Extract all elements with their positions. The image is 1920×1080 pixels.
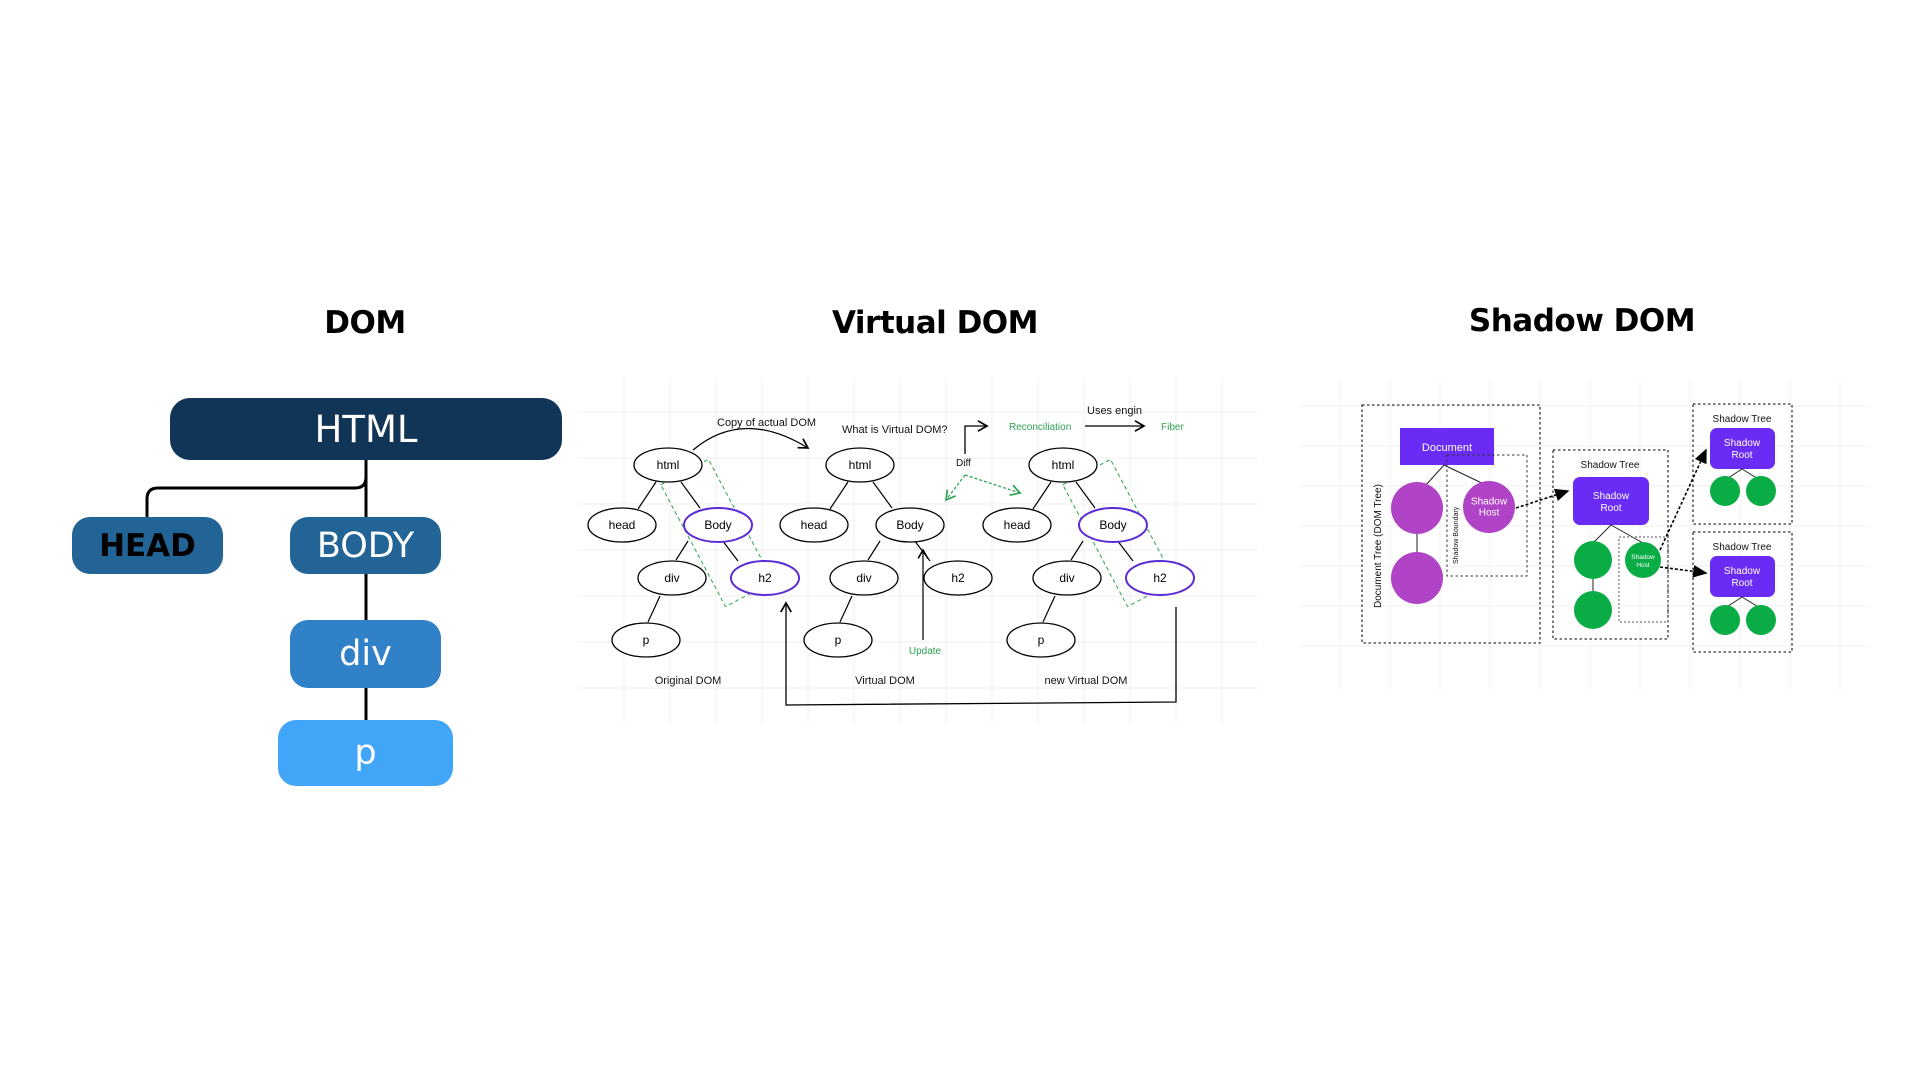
label-line-1: Shadow — [1724, 438, 1761, 449]
shadow-bottom-right-child-1 — [1710, 605, 1740, 635]
dom-node-p: p — [278, 720, 453, 786]
vdom-uses-engine-label: Uses engin — [1087, 405, 1142, 417]
label-line-1: Shadow — [1593, 491, 1630, 502]
vdom-tree-virtual: Update html head Body div h2 p Virtual D… — [779, 447, 993, 687]
shadow-bottom-right-child-2 — [1746, 605, 1776, 635]
shadow-top-right-child-2 — [1746, 476, 1776, 506]
dom-node-head-label: HEAD — [99, 527, 196, 564]
connector-html-head — [145, 460, 368, 518]
vdom-virtual-node-p-label: p — [835, 633, 842, 647]
vdom-virtual-node-html-label: html — [849, 458, 872, 472]
dom-node-body: BODY — [290, 517, 441, 574]
vdom-virtual-node-head-label: head — [801, 518, 828, 532]
label-line-1: Shadow — [1724, 566, 1761, 577]
vdom-new-node-head-label: head — [1004, 518, 1031, 532]
label-line-1: Shadow — [1471, 497, 1508, 508]
dom-node-div: div — [290, 620, 441, 688]
document-child-circle-2 — [1391, 552, 1443, 604]
shadow-tree-bottom-right: Shadow Tree Shadow Root — [1692, 531, 1793, 653]
shadow-dom-title: Shadow DOM — [1468, 303, 1696, 339]
document-node-label: Document — [1422, 442, 1472, 454]
shadow-middle-child-2 — [1574, 591, 1612, 629]
vdom-tree-new: html head Body div h2 p new Virtual DOM — [982, 447, 1195, 687]
nested-host-to-top-root-arrow — [1659, 448, 1707, 551]
host-to-root-arrow — [1515, 488, 1570, 509]
vdom-original-node-div-label: div — [664, 571, 679, 585]
vdom-tree-original: html head Body div h2 p Original DOM — [587, 447, 800, 687]
vdom-question-label: What is Virtual DOM? — [842, 424, 948, 436]
vdom-reconciliation-label: Reconciliation — [1009, 422, 1071, 433]
vdom-original-node-p-label: p — [643, 633, 650, 647]
vdom-new-node-body-label: Body — [1099, 518, 1126, 532]
virtual-dom-svg: Copy of actual DOM What is Virtual DOM? … — [578, 378, 1258, 723]
vdom-diff-arrow-left — [944, 474, 966, 502]
vdom-original-node-head-label: head — [609, 518, 636, 532]
dom-node-head: HEAD — [72, 517, 223, 574]
vdom-fiber-label: Fiber — [1161, 422, 1184, 433]
dom-node-p-label: p — [354, 733, 377, 773]
vdom-diff-label: Diff — [956, 458, 971, 469]
vdom-new-node-div-label: div — [1059, 571, 1074, 585]
label-line-2: Root — [1731, 578, 1752, 589]
shadow-boundary-label: Shadow Boundary — [1453, 506, 1460, 564]
shadow-tree-bottom-right-title: Shadow Tree — [1713, 542, 1772, 553]
document-child-circle-1 — [1391, 482, 1443, 534]
shadow-top-right-child-1 — [1710, 476, 1740, 506]
shadow-dom-svg: Document Tree (DOM Tree) Document Shadow… — [1300, 380, 1870, 690]
vdom-original-node-h2-label: h2 — [758, 571, 772, 585]
shadow-tree-middle: Shadow Tree Shadow Root Shadow Host — [1552, 449, 1669, 640]
shadow-middle-child-1 — [1574, 541, 1612, 579]
nested-host-to-bottom-root-arrow — [1659, 564, 1708, 578]
vdom-diff-branch — [964, 420, 989, 454]
vdom-new-node-html-label: html — [1052, 458, 1075, 472]
virtual-dom-title: Virtual DOM — [831, 305, 1039, 341]
vdom-original-node-body-label: Body — [704, 518, 731, 532]
vdom-original-node-html-label: html — [657, 458, 680, 472]
shadow-document-tree: Document Tree (DOM Tree) Document Shadow… — [1361, 404, 1541, 644]
dom-node-div-label: div — [339, 634, 392, 674]
label-line-2: Host — [1479, 508, 1500, 519]
vdom-original-caption: Original DOM — [655, 675, 722, 687]
shadow-dom-diagram: Document Tree (DOM Tree) Document Shadow… — [1300, 380, 1870, 690]
label-line-2: Root — [1731, 450, 1752, 461]
label-line-2: Host — [1636, 562, 1650, 569]
shadow-tree-middle-title: Shadow Tree — [1581, 460, 1640, 471]
vdom-virtual-node-body-label: Body — [896, 518, 923, 532]
vdom-copy-label: Copy of actual DOM — [717, 417, 816, 429]
dom-tree-diagram: HTML HEAD BODY div p — [0, 0, 600, 1080]
dom-node-html-label: HTML — [314, 407, 418, 451]
label-line-2: Root — [1600, 503, 1621, 514]
virtual-dom-diagram: Copy of actual DOM What is Virtual DOM? … — [578, 378, 1258, 723]
label-line-1: Shadow — [1631, 554, 1655, 561]
vdom-new-node-p-label: p — [1038, 633, 1045, 647]
vdom-new-node-h2-label: h2 — [1153, 571, 1167, 585]
shadow-tree-top-right: Shadow Tree Shadow Root — [1692, 403, 1793, 525]
dom-node-html: HTML — [170, 398, 562, 460]
vdom-update-label: Update — [909, 646, 942, 657]
vdom-virtual-caption: Virtual DOM — [855, 675, 915, 687]
shadow-tree-top-right-title: Shadow Tree — [1713, 414, 1772, 425]
document-tree-label: Document Tree (DOM Tree) — [1373, 484, 1384, 608]
vdom-new-caption: new Virtual DOM — [1045, 675, 1128, 687]
dom-node-body-label: BODY — [316, 525, 415, 566]
vdom-virtual-node-h2-label: h2 — [951, 571, 965, 585]
vdom-virtual-node-div-label: div — [856, 571, 871, 585]
vdom-copy-arrow — [692, 427, 810, 451]
